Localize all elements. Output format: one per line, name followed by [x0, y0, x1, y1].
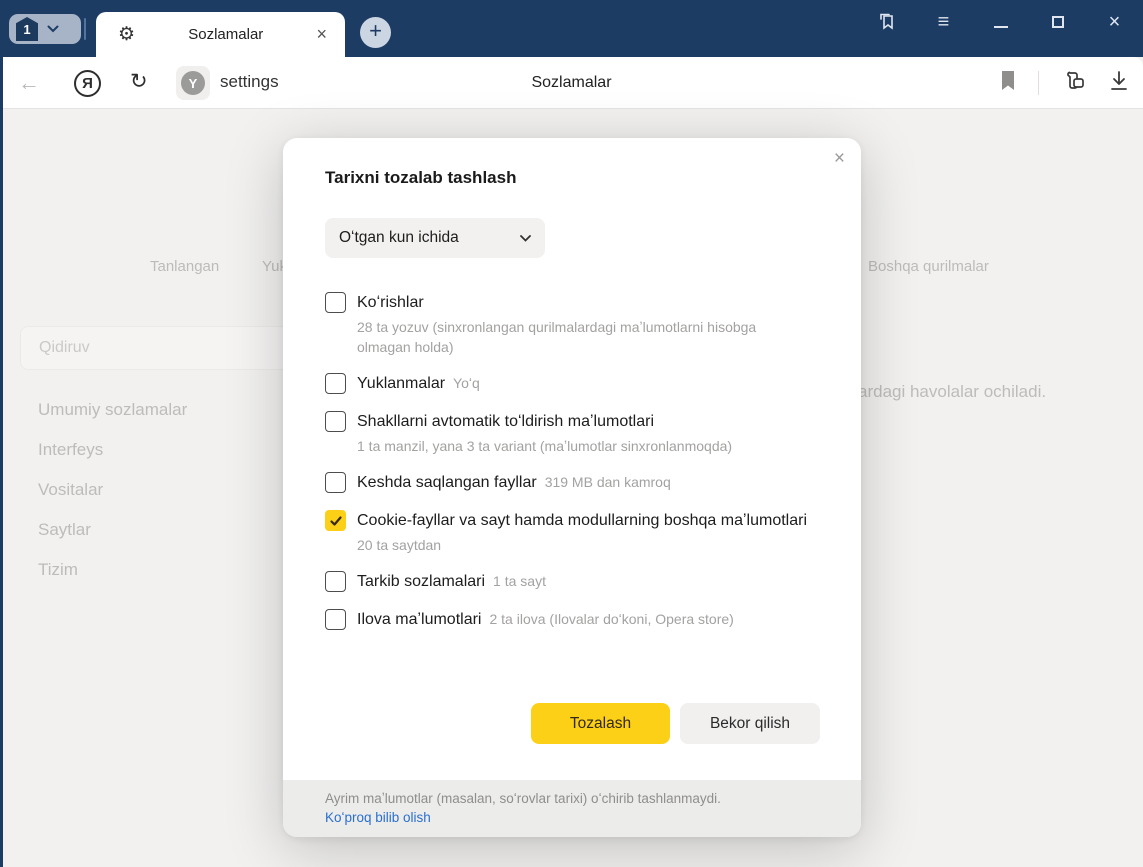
dialog-footer-note: Ayrim maʼlumotlar (masalan, soʻrovlar ta…: [325, 789, 819, 808]
sidebar-item-interfeys[interactable]: Interfeys: [38, 440, 187, 464]
checkbox-label: Keshda saqlangan fayllar: [357, 474, 537, 491]
checkbox-subtext: 1 ta manzil, yana 3 ta variant (maʼlumot…: [357, 436, 797, 456]
checkbox-label: Ilova maʼlumotlari: [357, 611, 481, 628]
checkbox-meta: 2 ta ilova (Ilovalar doʻkoni, Opera stor…: [489, 611, 733, 627]
checkbox-unchecked[interactable]: [325, 571, 346, 592]
checkbox-label: Cookie-fayllar va sayt hamda modullarnin…: [357, 512, 807, 529]
address-toolbar: ← Я ↻ Y settings Sozlamalar: [0, 57, 1143, 109]
dialog-item-3[interactable]: Keshda saqlangan fayllar 319 MB dan kamro…: [325, 471, 819, 494]
sidebar-item-tizim[interactable]: Tizim: [38, 560, 187, 584]
new-tab-button[interactable]: +: [360, 17, 391, 48]
checkbox-unchecked[interactable]: [325, 411, 346, 432]
checkbox-unchecked[interactable]: [325, 472, 346, 493]
window-close-icon[interactable]: ×: [1086, 0, 1143, 44]
tab-group-badge: 1: [16, 17, 38, 41]
checkbox-meta: Yoʻq: [453, 375, 480, 391]
dialog-item-0[interactable]: Koʻrishlar 28 ta yozuv (sinxronlangan qur…: [325, 291, 819, 357]
tab-boshqa-qurilmalar[interactable]: Boshqa qurilmalar: [868, 258, 989, 275]
dialog-title: Tarixni tozalab tashlash: [325, 168, 819, 188]
tab-sozlamalar[interactable]: ⚙ Sozlamalar ×: [96, 12, 345, 57]
dialog-item-1[interactable]: Yuklanmalar Yoʻq: [325, 372, 819, 395]
window-left-edge: [0, 57, 3, 867]
panels-icon[interactable]: [858, 0, 915, 44]
cancel-button[interactable]: Bekor qilish: [680, 703, 820, 744]
dialog-footer: Ayrim maʼlumotlar (masalan, soʻrovlar ta…: [283, 780, 861, 837]
checkbox-meta: 1 ta sayt: [493, 573, 546, 589]
window-controls: ≡ ×: [858, 0, 1143, 44]
settings-partial-text: ardagi havolalar ochiladi.: [858, 382, 1046, 402]
toolbar-right-icons: [1000, 57, 1129, 109]
toolbar-divider: [1038, 71, 1039, 95]
maximize-icon[interactable]: [1029, 0, 1086, 44]
checkbox-label: Koʻrishlar: [357, 294, 424, 311]
collections-icon[interactable]: [1061, 69, 1087, 98]
clear-button[interactable]: Tozalash: [531, 703, 670, 744]
chevron-down-icon: [520, 235, 531, 242]
time-range-value: Oʻtgan kun ichida: [339, 229, 459, 247]
dialog-checkbox-list: Koʻrishlar 28 ta yozuv (sinxronlangan qur…: [325, 291, 819, 631]
time-range-select[interactable]: Oʻtgan kun ichida: [325, 218, 545, 258]
checkbox-meta: 319 MB dan kamroq: [545, 474, 671, 490]
learn-more-link[interactable]: Koʻproq bilib olish: [325, 808, 819, 828]
dialog-actions: Tozalash Bekor qilish: [531, 703, 820, 744]
menu-icon[interactable]: ≡: [915, 0, 972, 44]
checkbox-unchecked[interactable]: [325, 373, 346, 394]
clear-history-dialog: × Tarixni tozalab tashlash Oʻtgan kun ic…: [283, 138, 861, 837]
minimize-icon[interactable]: [972, 0, 1029, 44]
bookmark-icon[interactable]: [1000, 71, 1016, 96]
checkbox-unchecked[interactable]: [325, 609, 346, 630]
download-icon[interactable]: [1109, 70, 1129, 97]
tab-close-icon[interactable]: ×: [316, 24, 327, 45]
dialog-item-2[interactable]: Shakllarni avtomatik toʻldirish maʼlumot…: [325, 410, 819, 456]
dialog-close-icon[interactable]: ×: [834, 148, 845, 170]
sidebar-item-vositalar[interactable]: Vositalar: [38, 480, 187, 504]
checkbox-subtext: 28 ta yozuv (sinxronlangan qurilmalardag…: [357, 317, 797, 357]
tabbar-separator: [84, 18, 86, 40]
settings-sidebar: Umumiy sozlamalar Interfeys Vositalar Sa…: [38, 400, 187, 584]
checkbox-label: Tarkib sozlamalari: [357, 573, 485, 590]
chevron-down-icon[interactable]: [47, 25, 59, 33]
dialog-item-6[interactable]: Ilova maʼlumotlari 2 ta ilova (Ilovalar d…: [325, 608, 819, 631]
gear-icon: ⚙: [118, 23, 135, 46]
checkbox-label: Yuklanmalar: [357, 375, 445, 392]
checkbox-subtext: 20 ta saytdan: [357, 535, 797, 555]
checkbox-label: Shakllarni avtomatik toʻldirish maʼlumot…: [357, 413, 654, 430]
sidebar-item-umumiy-sozlamalar[interactable]: Umumiy sozlamalar: [38, 400, 187, 424]
dialog-item-4[interactable]: Cookie-fayllar va sayt hamda modullarnin…: [325, 509, 819, 555]
dialog-item-5[interactable]: Tarkib sozlamalari 1 ta sayt: [325, 570, 819, 593]
checkbox-checked[interactable]: [325, 510, 346, 531]
checkbox-unchecked[interactable]: [325, 292, 346, 313]
sidebar-item-saytlar[interactable]: Saytlar: [38, 520, 187, 544]
tab-group-control[interactable]: 1: [9, 14, 81, 44]
search-placeholder: Qidiruv: [39, 339, 90, 357]
page-title: Sozlamalar: [0, 74, 1143, 92]
tab-tanlangan[interactable]: Tanlangan: [150, 258, 219, 275]
tab-title: Sozlamalar: [135, 26, 316, 43]
browser-tab-bar: 1 ⚙ Sozlamalar × + ≡ ×: [0, 0, 1143, 57]
